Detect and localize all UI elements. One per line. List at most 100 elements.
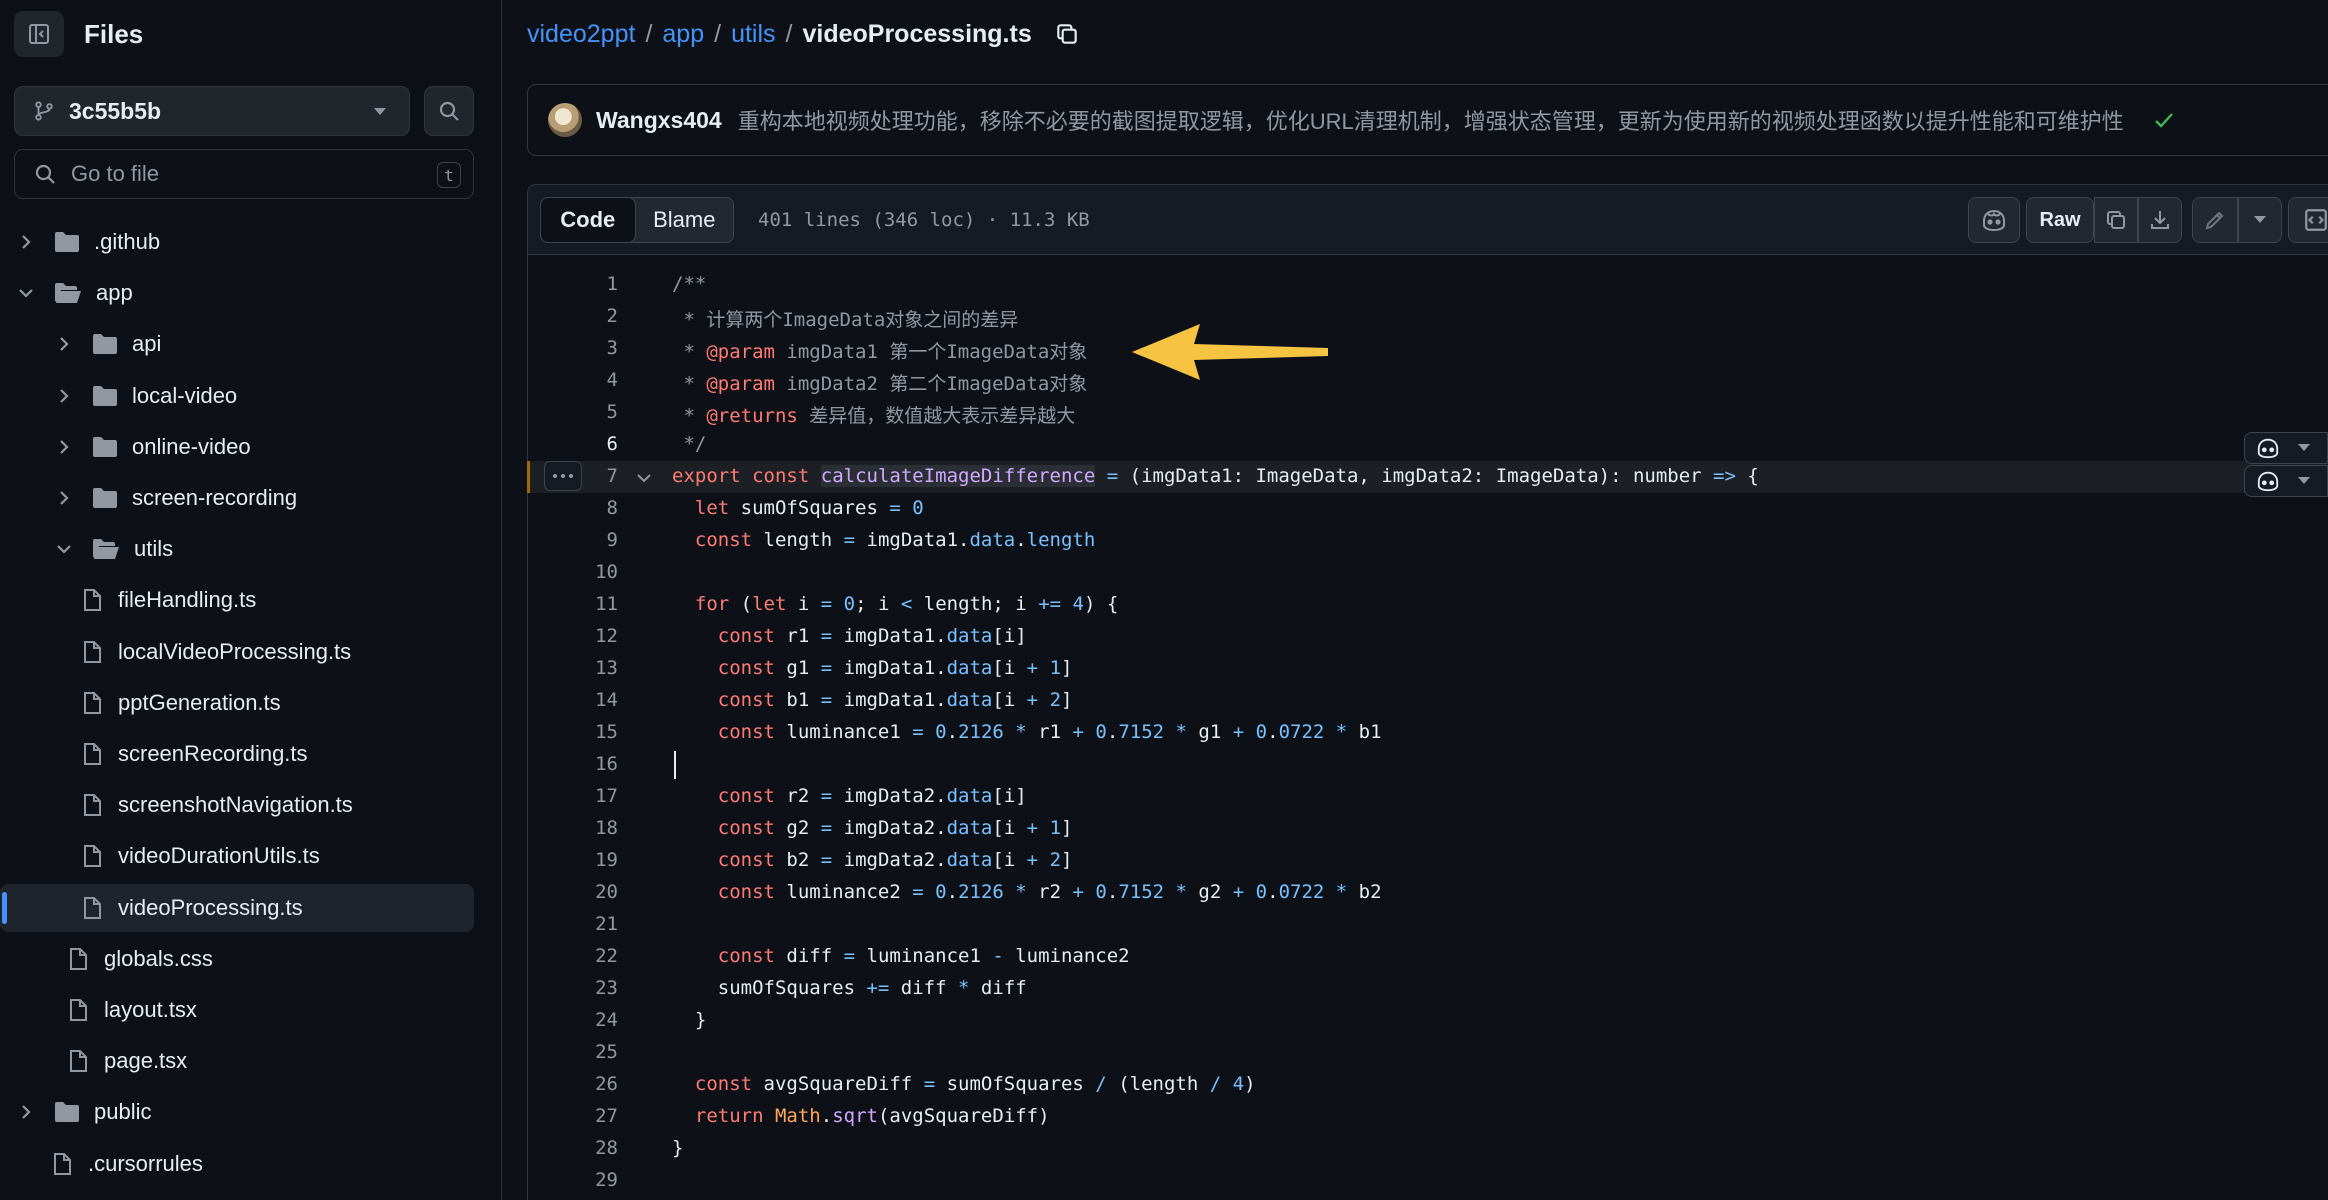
copilot-line-action-button[interactable] xyxy=(2244,465,2328,497)
line-number[interactable]: 16 xyxy=(528,753,618,775)
line-number[interactable]: 13 xyxy=(528,657,618,679)
tab-blame[interactable]: Blame xyxy=(636,198,733,242)
line-number[interactable]: 23 xyxy=(528,977,618,999)
commit-status[interactable] xyxy=(2152,108,2176,132)
code-line[interactable]: 9 const length = imgData1.data.length xyxy=(528,525,2328,557)
line-number[interactable]: 29 xyxy=(528,1169,618,1191)
code-line[interactable]: 12 const r1 = imgData1.data[i] xyxy=(528,621,2328,653)
tree-file[interactable]: screenRecording.ts xyxy=(0,730,474,778)
tree-file[interactable]: page.tsx xyxy=(0,1037,474,1085)
symbols-panel-button[interactable] xyxy=(2288,197,2328,243)
code-line[interactable]: 23 sumOfSquares += diff * diff xyxy=(528,973,2328,1005)
line-number[interactable]: 19 xyxy=(528,849,618,871)
download-button[interactable] xyxy=(2138,197,2182,243)
code-line[interactable]: 19 const b2 = imgData2.data[i + 2] xyxy=(528,845,2328,877)
line-number[interactable]: 28 xyxy=(528,1137,618,1159)
code-line[interactable]: 25 xyxy=(528,1037,2328,1069)
search-files-button[interactable] xyxy=(424,86,474,136)
code-line[interactable]: 15 const luminance1 = 0.2126 * r1 + 0.71… xyxy=(528,717,2328,749)
line-number[interactable]: 11 xyxy=(528,593,618,615)
copilot-button[interactable] xyxy=(1968,197,2020,243)
tree-file[interactable]: localVideoProcessing.ts xyxy=(0,628,474,676)
code-line[interactable]: 7 export const calculateImageDifference =… xyxy=(527,461,2328,493)
tree-folder[interactable]: online-video xyxy=(0,423,474,471)
line-number[interactable]: 21 xyxy=(528,913,618,935)
line-number[interactable]: 15 xyxy=(528,721,618,743)
tree-folder[interactable]: local-video xyxy=(0,372,474,420)
line-number[interactable]: 27 xyxy=(528,1105,618,1127)
code-line[interactable]: 2 * 计算两个ImageData对象之间的差异 xyxy=(528,301,2328,333)
code-line[interactable]: 29 xyxy=(528,1165,2328,1197)
line-number[interactable]: 7 xyxy=(528,465,618,487)
breadcrumb-repo-link[interactable]: video2ppt xyxy=(527,20,635,49)
line-number[interactable]: 6 xyxy=(528,433,618,455)
code-line[interactable]: 3 * @param imgData1 第一个ImageData对象 xyxy=(528,333,2328,365)
line-number[interactable]: 4 xyxy=(528,369,618,391)
tree-folder[interactable]: public xyxy=(0,1088,474,1136)
code-line[interactable]: 26 const avgSquareDiff = sumOfSquares / … xyxy=(528,1069,2328,1101)
tree-file[interactable]: videoDurationUtils.ts xyxy=(0,832,474,880)
collapse-sidebar-button[interactable] xyxy=(14,11,64,57)
code-line[interactable]: 10 xyxy=(528,557,2328,589)
code-line[interactable]: 14 const b1 = imgData1.data[i + 2] xyxy=(528,685,2328,717)
copy-raw-button[interactable] xyxy=(2094,197,2138,243)
tree-file[interactable]: fileHandling.ts xyxy=(0,576,474,624)
code-line[interactable]: 8 let sumOfSquares = 0 xyxy=(528,493,2328,525)
edit-options-button[interactable] xyxy=(2238,197,2282,243)
line-number[interactable]: 22 xyxy=(528,945,618,967)
code-line[interactable]: 16 xyxy=(528,749,2328,781)
tree-file[interactable]: .cursorrules xyxy=(0,1140,474,1188)
commit-author-link[interactable]: Wangxs404 xyxy=(596,107,722,134)
line-number[interactable]: 17 xyxy=(528,785,618,807)
go-to-file-input[interactable]: Go to file t xyxy=(14,149,474,199)
tree-file[interactable]: globals.css xyxy=(0,935,474,983)
code-line[interactable]: 24 } xyxy=(528,1005,2328,1037)
line-number[interactable]: 12 xyxy=(528,625,618,647)
code-line[interactable]: 27 return Math.sqrt(avgSquareDiff) xyxy=(528,1101,2328,1133)
tree-folder[interactable]: utils xyxy=(0,525,474,573)
tab-code[interactable]: Code xyxy=(540,197,636,243)
tree-folder[interactable]: app xyxy=(0,269,474,317)
line-number[interactable]: 5 xyxy=(528,401,618,423)
commit-message[interactable]: 重构本地视频处理功能，移除不必要的截图提取逻辑，优化URL清理机制，增强状态管理… xyxy=(738,104,2124,136)
breadcrumb-utils-link[interactable]: utils xyxy=(731,20,775,49)
tree-file[interactable]: pptGeneration.ts xyxy=(0,679,474,727)
code-line[interactable]: 18 const g2 = imgData2.data[i + 1] xyxy=(528,813,2328,845)
code-line[interactable]: 4 * @param imgData2 第二个ImageData对象 xyxy=(528,365,2328,397)
line-number[interactable]: 2 xyxy=(528,305,618,327)
code-line[interactable]: 22 const diff = luminance1 - luminance2 xyxy=(528,941,2328,973)
line-number[interactable]: 9 xyxy=(528,529,618,551)
line-number[interactable]: 1 xyxy=(528,273,618,295)
copy-path-button[interactable] xyxy=(1054,21,1080,47)
branch-selector-button[interactable]: 3c55b5b xyxy=(14,86,410,136)
line-number[interactable]: 8 xyxy=(528,497,618,519)
tree-folder[interactable]: screen-recording xyxy=(0,474,474,522)
breadcrumb-app-link[interactable]: app xyxy=(662,20,704,49)
avatar[interactable] xyxy=(548,103,582,137)
code-line[interactable]: 11 for (let i = 0; i < length; i += 4) { xyxy=(528,589,2328,621)
code-line[interactable]: 21 xyxy=(528,909,2328,941)
line-number[interactable]: 24 xyxy=(528,1009,618,1031)
tree-file[interactable]: screenshotNavigation.ts xyxy=(0,781,474,829)
code-line[interactable]: 28} xyxy=(528,1133,2328,1165)
line-number[interactable]: 3 xyxy=(528,337,618,359)
line-number[interactable]: 14 xyxy=(528,689,618,711)
line-number[interactable]: 26 xyxy=(528,1073,618,1095)
edit-file-button[interactable] xyxy=(2192,197,2238,243)
line-number[interactable]: 10 xyxy=(528,561,618,583)
tree-folder[interactable]: .github xyxy=(0,218,474,266)
line-number[interactable]: 25 xyxy=(528,1041,618,1063)
code-line[interactable]: 6 */ xyxy=(528,429,2328,461)
code-line[interactable]: 17 const r2 = imgData2.data[i] xyxy=(528,781,2328,813)
line-number[interactable]: 18 xyxy=(528,817,618,839)
raw-button[interactable]: Raw xyxy=(2026,197,2094,243)
code-line[interactable]: 13 const g1 = imgData1.data[i + 1] xyxy=(528,653,2328,685)
tree-folder[interactable]: api xyxy=(0,320,474,368)
tree-file[interactable]: layout.tsx xyxy=(0,986,474,1034)
copilot-line-action-button[interactable] xyxy=(2244,432,2328,464)
code-line[interactable]: 20 const luminance2 = 0.2126 * r2 + 0.71… xyxy=(528,877,2328,909)
code-line[interactable]: 5 * @returns 差异值，数值越大表示差异越大 xyxy=(528,397,2328,429)
code-line[interactable]: 1 /** xyxy=(528,269,2328,301)
fold-toggle-button[interactable] xyxy=(636,469,652,488)
line-number[interactable]: 20 xyxy=(528,881,618,903)
